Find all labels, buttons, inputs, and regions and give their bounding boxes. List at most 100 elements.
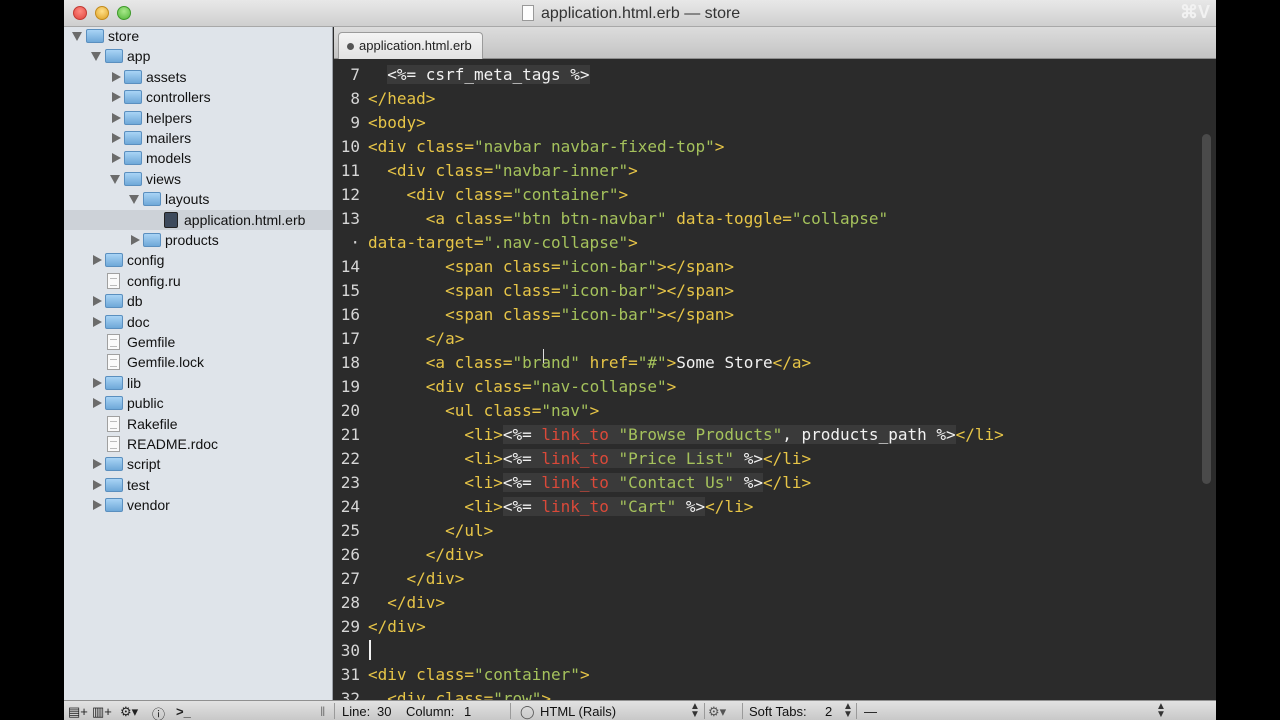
tree-item-application-html-erb[interactable]: application.html.erb [64,209,332,230]
code-line[interactable]: <ul class="nav"> [368,401,599,420]
tree-item-mailers[interactable]: mailers [64,128,332,148]
code-line[interactable]: <li><%= link_to "Price List" %></li> [368,449,811,468]
tree-item-label: layouts [165,191,210,208]
tree-item-config[interactable]: config [64,250,332,270]
disclosure-closed-icon[interactable] [112,71,121,82]
column-value[interactable]: 1 [464,704,471,719]
code-line[interactable]: <div class="container"> [368,665,590,684]
code-line[interactable]: </ul> [368,521,493,540]
tab-application-html-erb[interactable]: application.html.erb [338,32,483,59]
vertical-scrollbar[interactable] [1202,134,1211,484]
tree-item-vendor[interactable]: vendor [64,495,332,515]
code-line[interactable]: <li><%= link_to "Contact Us" %></li> [368,473,811,492]
minimize-window-button[interactable] [95,6,109,20]
code-line[interactable]: </div> [368,569,465,588]
disclosure-closed-icon[interactable] [93,479,102,490]
tree-item-assets[interactable]: assets [64,67,332,87]
tree-item-readme-rdoc[interactable]: README.rdoc [64,434,332,454]
code-line[interactable]: <span class="icon-bar"></span> [368,281,734,300]
code-token: <span [368,305,503,324]
new-folder-icon[interactable]: ▥+ [92,704,112,720]
tree-item-public[interactable]: public [64,393,332,413]
disclosure-closed-icon[interactable] [93,459,102,470]
syntax-stepper-icon[interactable]: ▲ ▼ [690,702,700,720]
line-number: 29 [340,617,360,636]
code-line[interactable]: <span class="icon-bar"></span> [368,257,734,276]
code-line[interactable]: <div class="navbar-inner"> [368,161,637,180]
disclosure-closed-icon[interactable] [112,112,121,123]
disclosure-closed-icon[interactable] [112,153,121,164]
tree-item-doc[interactable]: doc [64,312,332,332]
info-icon[interactable]: ⓘ [152,704,165,720]
tree-item-script[interactable]: script [64,454,332,474]
disclosure-closed-icon[interactable] [93,377,102,388]
code-line[interactable]: <a class="brand" href="#">Some Store</a> [368,353,811,372]
disclosure-closed-icon[interactable] [93,398,102,409]
code-line[interactable]: <%= csrf_meta_tags %> [368,65,590,84]
line-number: 12 [340,185,360,204]
soft-tabs-stepper-icon[interactable]: ▲ ▼ [843,702,853,720]
code-line[interactable]: </head> [368,89,435,108]
zoom-window-button[interactable] [117,6,131,20]
code-line[interactable]: </div> [368,593,445,612]
code-line[interactable]: </div> [368,617,426,636]
tree-item-models[interactable]: models [64,148,332,168]
code-line[interactable]: <body> [368,113,426,132]
tree-item-test[interactable]: test [64,475,332,495]
gear-icon[interactable]: ⚙▾ [120,704,138,720]
symbol-selector[interactable]: — [864,704,877,719]
tree-item-views[interactable]: views [64,169,332,189]
symbol-stepper-icon[interactable]: ▲ ▼ [1156,702,1166,720]
terminal-icon[interactable]: >_ [176,704,191,719]
code-line[interactable]: data-target=".nav-collapse"> [368,233,638,252]
code-line[interactable]: <a class="btn btn-navbar" data-toggle="c… [368,209,888,228]
tree-item-config-ru[interactable]: config.ru [64,271,332,291]
code-line[interactable]: <li><%= link_to "Cart" %></li> [368,497,753,516]
disclosure-closed-icon[interactable] [112,92,121,103]
disclosure-open-icon[interactable] [91,52,101,62]
new-file-icon[interactable]: ▤+ [68,704,88,720]
tree-item-label: vendor [127,497,170,514]
soft-tabs-value[interactable]: 2 [825,704,832,719]
line-number: 21 [340,425,360,444]
tree-item-helpers[interactable]: helpers [64,108,332,128]
tree-item-db[interactable]: db [64,291,332,311]
code-editor[interactable]: 7 8 9 10 11 12 13 · 14 15 16 17 18 19 20 21 22 23 24 25 26 27… [334,59,1216,700]
code-token: , products_path %> [782,425,956,444]
code-line[interactable]: </div> [368,545,484,564]
drawer-resize-handle-icon[interactable]: ‖ [320,704,325,719]
tree-item-controllers[interactable]: controllers [64,87,332,107]
disclosure-closed-icon[interactable] [93,316,102,327]
tree-item-gemfile-lock[interactable]: Gemfile.lock [64,352,332,372]
line-value[interactable]: 30 [377,704,391,719]
disclosure-closed-icon[interactable] [93,500,102,511]
disclosure-open-icon[interactable] [72,32,82,41]
close-window-button[interactable] [73,6,87,20]
code-line[interactable]: <li><%= link_to "Browse Products", produ… [368,425,1004,444]
code-line[interactable]: </a> [368,329,465,348]
tree-item-app[interactable]: app [64,46,332,66]
folder-icon [105,457,123,472]
line-number: 15 [340,281,360,300]
disclosure-closed-icon[interactable] [93,255,102,266]
tree-item-layouts[interactable]: layouts [64,189,332,209]
code-line[interactable]: <div class="nav-collapse"> [368,377,676,396]
tree-item-rakefile[interactable]: Rakefile [64,414,332,434]
disclosure-closed-icon[interactable] [131,235,140,245]
disclosure-open-icon[interactable] [129,195,139,205]
code-line[interactable]: <span class="icon-bar"></span> [368,305,734,324]
code-line[interactable]: <div class="row"> [368,689,551,700]
tree-item-gemfile[interactable]: Gemfile [64,332,332,352]
code-token: > [618,185,629,204]
disclosure-open-icon[interactable] [110,174,120,184]
syntax-selector[interactable]: HTML (Rails) [540,704,616,719]
settings-cog-icon[interactable]: ⚙▾ [708,704,726,720]
tree-item-store[interactable]: store [64,27,332,46]
tree-item-products[interactable]: products [64,230,332,250]
code-line[interactable]: <div class="navbar navbar-fixed-top"> [368,137,724,156]
disclosure-closed-icon[interactable] [93,296,102,307]
code-token: <%= csrf_meta_tags %> [387,65,590,84]
tree-item-lib[interactable]: lib [64,373,332,393]
disclosure-closed-icon[interactable] [112,133,121,143]
code-line[interactable]: <div class="container"> [368,185,629,204]
